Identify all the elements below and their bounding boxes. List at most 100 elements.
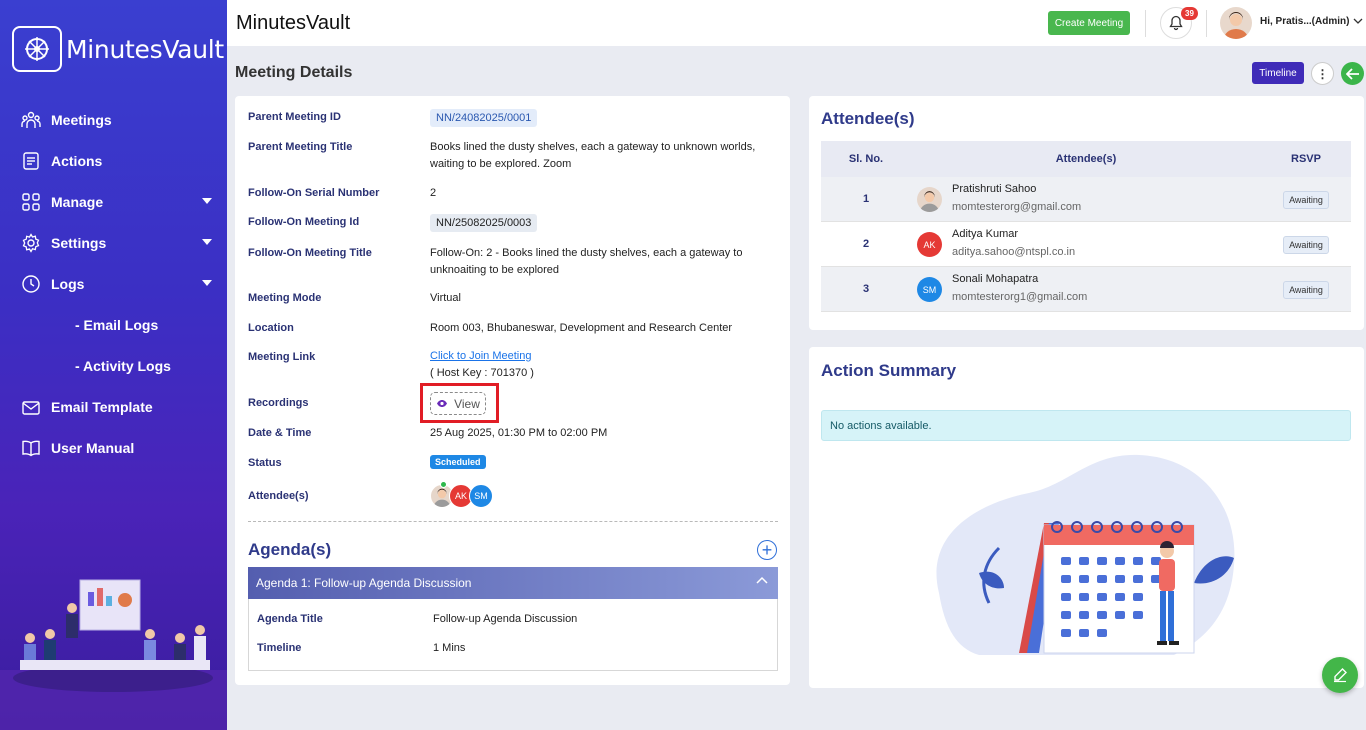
sidebar-item-activity-logs[interactable]: - Activity Logs [0,345,227,386]
rsvp-badge: Awaiting [1283,190,1329,209]
more-options-button[interactable]: ⋮ [1311,62,1334,85]
location-value: Room 003, Bhubaneswar, Development and R… [430,322,733,334]
recordings-label: Recordings [248,397,309,409]
agenda-accordion-body: Agenda Title Follow-up Agenda Discussion… [248,599,778,671]
table-row: 2 AK Aditya Kumar aditya.sahoo@ntspl.co.… [821,222,1351,267]
status-badge: Scheduled [430,455,486,469]
divider [1145,10,1146,37]
sidebar-item-label: Actions [51,152,103,169]
table-row: 1 Pratishruti Sahoo momtesterorg@gmail.c… [821,177,1351,222]
mail-icon [21,397,41,417]
sidebar-item-email-logs[interactable]: - Email Logs [0,304,227,345]
chevron-up-icon[interactable] [756,576,768,584]
view-recordings-button[interactable]: View [430,392,486,415]
avatar[interactable]: SM [469,484,493,508]
parent-title-label: Parent Meeting Title [248,141,353,153]
chevron-down-icon[interactable] [1353,17,1363,25]
empty-actions-alert: No actions available. [821,410,1351,441]
fo-title-value: Follow-On: 2 - Books lined the dusty she… [430,247,743,276]
mode-label: Meeting Mode [248,292,322,304]
plus-icon: + [761,540,773,560]
link-label: Meeting Link [248,351,316,363]
sidebar-item-logs[interactable]: Logs [0,263,227,304]
actions-icon [21,151,41,171]
eye-icon [437,400,448,407]
attendee-name: Aditya Kumar [952,228,1019,240]
action-summary-heading: Action Summary [821,361,957,380]
back-button[interactable] [1341,62,1364,85]
serial-value: 2 [430,187,437,199]
meetings-icon [21,110,41,130]
table-row: 3 SM Sonali Mohapatra momtesterorg1@gmai… [821,267,1351,312]
brand-name: MinutesVault [66,34,224,64]
fo-title-label: Follow-On Meeting Title [248,247,372,259]
parent-id-value: NN/24082025/0001 [430,109,538,127]
rsvp-badge: Awaiting [1283,280,1329,299]
agenda-title-label: Agenda Title [257,613,323,625]
agenda-header-label: Agenda 1: Follow-up Agenda Discussion [256,576,472,590]
sidebar-item-email-template[interactable]: Email Template [0,386,227,427]
serial-cell: 2 [862,238,870,250]
column-header: Attendee(s) [1055,153,1117,165]
parent-title-value: Books lined the dusty shelves, each a ga… [430,141,756,170]
arrow-left-icon [1345,67,1359,80]
mode-value: Virtual [430,292,461,304]
sidebar-item-meetings[interactable]: Meetings [0,99,227,140]
attendee-name: Pratishruti Sahoo [952,183,1037,195]
action-summary-card: Action Summary No actions available. [809,347,1364,688]
user-menu-label[interactable]: Hi, Pratis...(Admin) [1260,16,1349,27]
book-icon [21,438,41,458]
serial-cell: 1 [862,193,870,205]
serial-cell: 3 [862,283,870,295]
attendees-card: Attendee(s) Sl. No. Attendee(s) RSVP 1 P… [809,96,1364,330]
sidebar-item-user-manual[interactable]: User Manual [0,427,227,468]
agenda-timeline-label: Timeline [257,642,302,654]
edit-icon [1334,668,1347,683]
agenda-accordion-header[interactable]: Agenda 1: Follow-up Agenda Discussion [248,567,778,599]
avatar[interactable] [1220,7,1252,39]
avatar: AK [917,232,942,257]
datetime-value: 25 Aug 2025, 01:30 PM to 02:00 PM [430,427,608,439]
chevron-down-icon [202,239,212,245]
add-agenda-button[interactable]: + [757,540,777,560]
attendee-email: momtesterorg@gmail.com [952,201,1082,213]
column-header: Sl. No. [848,153,884,165]
rsvp-badge: Awaiting [1283,235,1329,254]
manage-icon [21,192,41,212]
host-key: ( Host Key : 701370 ) [430,367,534,379]
attendee-email: momtesterorg1@gmail.com [952,291,1088,303]
topbar: MinutesVault Create Meeting 39 Hi, Prati… [227,0,1366,46]
sidebar-item-actions[interactable]: Actions [0,140,227,181]
notification-count-badge: 39 [1181,7,1198,20]
fo-id-label: Follow-On Meeting Id [248,216,360,228]
sidebar-item-label: - Activity Logs [75,357,171,374]
brand[interactable]: MinutesVault [12,26,224,72]
notifications-button[interactable]: 39 [1160,7,1198,39]
create-meeting-button[interactable]: Create Meeting [1048,11,1130,35]
sidebar-item-label: Settings [51,234,107,251]
datetime-label: Date & Time [248,427,312,439]
attendees-table: Sl. No. Attendee(s) RSVP 1 Pratishruti S… [821,141,1351,312]
serial-label: Follow-On Serial Number [248,187,380,199]
sidebar-item-label: - Email Logs [75,316,159,333]
sidebar-item-label: Meetings [51,111,112,128]
agenda-heading: Agenda(s) [248,540,332,559]
meeting-room-illustration [0,579,227,730]
sidebar-item-settings[interactable]: Settings [0,222,227,263]
app-title: MinutesVault [236,12,351,34]
sidebar-nav: Meetings Actions Manage Settings Logs - … [0,99,227,468]
online-status-dot [440,481,447,488]
attendee-email: aditya.sahoo@ntspl.co.in [952,246,1076,258]
timeline-button[interactable]: Timeline [1252,62,1304,84]
join-meeting-link[interactable]: Click to Join Meeting [430,350,532,362]
sidebar-item-label: Manage [51,193,104,210]
status-label: Status [248,457,282,469]
sidebar-item-manage[interactable]: Manage [0,181,227,222]
divider [1206,10,1207,37]
table-header: Sl. No. Attendee(s) RSVP [821,141,1351,177]
location-label: Location [248,322,294,334]
view-label: View [454,396,480,411]
edit-fab-button[interactable] [1322,657,1358,693]
page-title: Meeting Details [235,64,353,81]
divider [248,521,778,522]
